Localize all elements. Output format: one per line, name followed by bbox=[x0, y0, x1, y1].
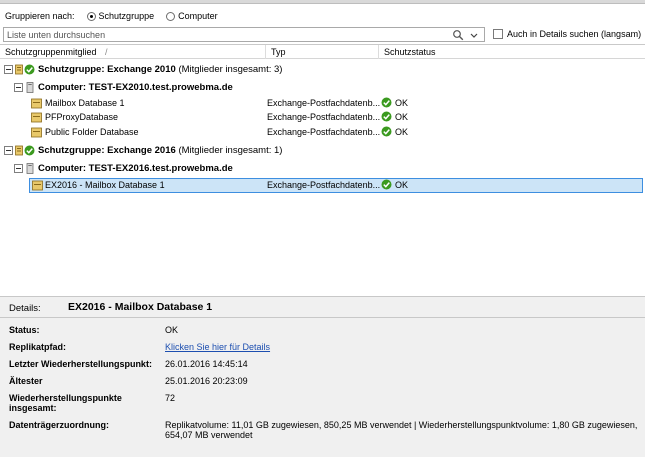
column-separator[interactable] bbox=[378, 45, 379, 59]
item-type: Exchange-Postfachdatenb... bbox=[267, 180, 381, 190]
item-status: OK bbox=[381, 97, 408, 108]
item-type: Exchange-Postfachdatenb... bbox=[267, 112, 381, 122]
radio-icon[interactable] bbox=[166, 11, 176, 21]
item-status: OK bbox=[381, 111, 408, 122]
group-label: Schutzgruppe: Exchange 2010 (Mitglieder … bbox=[38, 64, 283, 75]
search-placeholder: Liste unten durchsuchen bbox=[7, 30, 106, 40]
list-item[interactable]: PFProxyDatabase Exchange-Postfachdatenb.… bbox=[0, 110, 645, 125]
list-item[interactable]: Mailbox Database 1 Exchange-Postfachdate… bbox=[0, 96, 645, 111]
detail-value-status: OK bbox=[165, 325, 179, 335]
replica-path-link[interactable]: Klicken Sie hier für Details bbox=[165, 342, 270, 352]
detail-label-disk-allocation: Datenträgerzuordnung: bbox=[9, 420, 109, 430]
detail-value-last-recovery-point: 26.01.2016 14:45:14 bbox=[165, 359, 248, 369]
detail-label-replica-path: Replikatpfad: bbox=[9, 342, 67, 352]
status-text: OK bbox=[395, 111, 409, 122]
item-name: Mailbox Database 1 bbox=[45, 98, 125, 108]
ok-check-icon bbox=[381, 97, 392, 108]
search-details-checkbox[interactable]: Auch in Details suchen (langsam) bbox=[493, 29, 641, 39]
database-icon bbox=[31, 112, 42, 123]
detail-label-oldest: Ältester bbox=[9, 376, 43, 386]
groupby-label: Gruppieren nach: bbox=[5, 11, 75, 21]
dropdown-icon[interactable] bbox=[469, 29, 479, 41]
ok-check-icon bbox=[381, 111, 392, 122]
database-icon bbox=[32, 180, 43, 191]
column-type[interactable]: Typ bbox=[271, 47, 286, 57]
column-separator[interactable] bbox=[265, 45, 266, 59]
radio-computer-label: Computer bbox=[178, 11, 218, 21]
detail-value-recovery-points-total: 72 bbox=[165, 393, 176, 403]
detail-label-status: Status: bbox=[9, 325, 40, 335]
column-member[interactable]: Schutzgruppenmitglied bbox=[5, 47, 97, 57]
details-label: Details: bbox=[9, 303, 41, 314]
item-type: Exchange-Postfachdatenb... bbox=[267, 98, 381, 108]
divider bbox=[0, 317, 645, 318]
detail-value-disk-allocation-2: 654,07 MB verwendet bbox=[165, 430, 253, 440]
search-details-label: Auch in Details suchen (langsam) bbox=[507, 29, 642, 39]
checkbox-icon[interactable] bbox=[493, 29, 503, 39]
sort-indicator-icon: / bbox=[105, 47, 108, 57]
radio-icon-selected[interactable] bbox=[86, 11, 96, 21]
collapse-icon[interactable] bbox=[14, 83, 23, 92]
group-members-count: (Mitglieder insgesamt: 1) bbox=[178, 145, 283, 156]
item-name: Public Folder Database bbox=[45, 127, 139, 137]
collapse-icon[interactable] bbox=[14, 164, 23, 173]
item-status: OK bbox=[381, 126, 408, 137]
computer-icon bbox=[26, 82, 34, 93]
computer-label: Computer: TEST-EX2016.test.prowebma.de bbox=[38, 163, 233, 174]
item-name: PFProxyDatabase bbox=[45, 112, 119, 122]
detail-label-recovery-points-total-2: insgesamt: bbox=[9, 403, 57, 413]
column-status[interactable]: Schutzstatus bbox=[384, 47, 436, 57]
grid-header: Schutzgruppenmitglied / Typ Schutzstatus bbox=[0, 45, 645, 59]
computer-row-ex2016[interactable]: Computer: TEST-EX2016.test.prowebma.de bbox=[0, 161, 645, 176]
radio-computer[interactable]: Computer bbox=[160, 11, 218, 21]
ok-check-icon bbox=[381, 179, 392, 190]
group-row-exchange-2010[interactable]: Schutzgruppe: Exchange 2010 (Mitglieder … bbox=[0, 62, 645, 77]
detail-value-oldest: 25.01.2016 20:23:09 bbox=[165, 376, 248, 386]
groupby-bar: Gruppieren nach: Schutzgruppe Computer bbox=[5, 9, 218, 23]
group-row-exchange-2016[interactable]: Schutzgruppe: Exchange 2016 (Mitglieder … bbox=[0, 143, 645, 158]
computer-icon bbox=[26, 163, 34, 174]
ok-check-icon bbox=[24, 64, 35, 75]
status-text: OK bbox=[395, 126, 409, 137]
database-icon bbox=[31, 127, 42, 138]
group-members-count: (Mitglieder insgesamt: 3) bbox=[178, 64, 283, 75]
item-name: EX2016 - Mailbox Database 1 bbox=[45, 180, 165, 190]
detail-label-recovery-points-total: Wiederherstellungspunkte bbox=[9, 393, 122, 403]
top-border bbox=[0, 0, 645, 4]
status-text: OK bbox=[395, 179, 409, 190]
search-input[interactable]: Liste unten durchsuchen bbox=[3, 27, 485, 42]
radio-schutzgruppe[interactable]: Schutzgruppe bbox=[81, 11, 155, 21]
computer-label: Computer: TEST-EX2010.test.prowebma.de bbox=[38, 82, 233, 93]
ok-check-icon bbox=[381, 126, 392, 137]
search-icon[interactable] bbox=[452, 29, 464, 41]
ok-check-icon bbox=[24, 145, 35, 156]
list-item[interactable]: Public Folder Database Exchange-Postfach… bbox=[0, 125, 645, 140]
detail-label-last-recovery-point: Letzter Wiederherstellungspunkt: bbox=[9, 359, 152, 369]
group-label: Schutzgruppe: Exchange 2016 (Mitglieder … bbox=[38, 145, 283, 156]
status-text: OK bbox=[395, 97, 409, 108]
radio-schutzgruppe-label: Schutzgruppe bbox=[98, 11, 155, 21]
computer-row-ex2010[interactable]: Computer: TEST-EX2010.test.prowebma.de bbox=[0, 80, 645, 95]
list-item-selected[interactable]: EX2016 - Mailbox Database 1 Exchange-Pos… bbox=[29, 178, 643, 193]
protection-group-grid: Schutzgruppenmitglied / Typ Schutzstatus… bbox=[0, 44, 645, 296]
details-title: EX2016 - Mailbox Database 1 bbox=[68, 301, 213, 313]
database-icon bbox=[31, 98, 42, 109]
collapse-icon[interactable] bbox=[4, 65, 13, 74]
collapse-icon[interactable] bbox=[4, 146, 13, 155]
item-type: Exchange-Postfachdatenb... bbox=[267, 127, 381, 137]
detail-value-disk-allocation: Replikatvolume: 11,01 GB zugewiesen, 850… bbox=[165, 420, 638, 430]
item-status: OK bbox=[381, 179, 408, 190]
details-pane: Details: EX2016 - Mailbox Database 1 Sta… bbox=[0, 296, 645, 457]
